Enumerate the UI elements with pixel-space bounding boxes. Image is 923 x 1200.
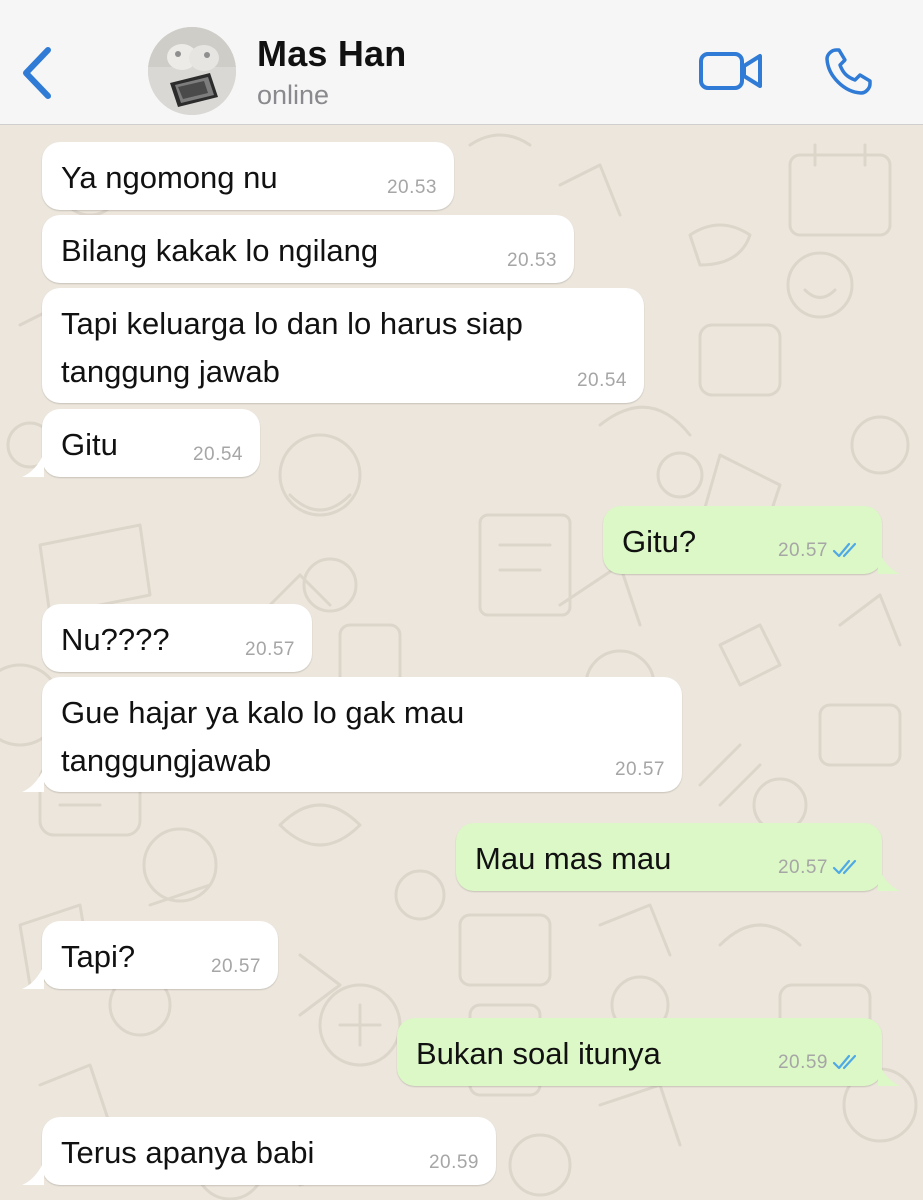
bubble-tail xyxy=(22,453,44,477)
back-button[interactable] xyxy=(14,40,60,104)
message-line: Gue hajar ya kalo lo gak mau xyxy=(61,695,465,730)
message-bubble[interactable]: Bilang kakak lo ngilang 20.53 xyxy=(42,215,574,283)
message-text: Ya ngomong nu xyxy=(61,160,278,195)
chevron-left-icon xyxy=(23,47,51,99)
message-bubble[interactable]: Terus apanya babi 20.59 xyxy=(42,1117,496,1185)
avatar-photo xyxy=(148,27,236,115)
message-text: Gue hajar ya kalo lo gak mau tanggungjaw… xyxy=(61,689,464,785)
message-text: Tapi? xyxy=(61,939,136,974)
voice-call-button[interactable] xyxy=(822,46,874,98)
message-time: 20.59 xyxy=(777,1052,828,1073)
message-time: 20.57 xyxy=(244,639,295,660)
message-bubble[interactable]: Tapi keluarga lo dan lo harus siap tangg… xyxy=(42,288,644,403)
message-time: 20.57 xyxy=(777,857,828,878)
message-time: 20.57 xyxy=(777,540,828,561)
bubble-tail xyxy=(22,768,44,792)
message-bubble[interactable]: Gitu 20.54 xyxy=(42,409,260,477)
message-bubble[interactable]: Tapi? 20.57 xyxy=(42,921,278,989)
message-time: 20.53 xyxy=(386,177,437,198)
message-line: tanggungjawab xyxy=(61,743,272,778)
message-line: Tapi keluarga lo dan lo harus siap xyxy=(61,306,523,341)
message-bubble[interactable]: Nu???? 20.57 xyxy=(42,604,312,672)
phone-icon xyxy=(825,48,872,95)
avatar[interactable] xyxy=(148,27,236,115)
bubble-tail xyxy=(22,965,44,989)
message-time: 20.54 xyxy=(576,370,627,391)
bubble-tail xyxy=(878,867,900,891)
message-text: Mau mas mau xyxy=(475,841,672,876)
message-time: 20.53 xyxy=(506,250,557,271)
message-text: Terus apanya babi xyxy=(61,1135,315,1170)
read-receipt-icon xyxy=(832,859,857,875)
message-time: 20.54 xyxy=(192,444,243,465)
bubble-tail xyxy=(878,1062,900,1086)
read-receipt-icon xyxy=(832,1054,857,1070)
bubble-tail xyxy=(22,1161,44,1185)
message-bubble[interactable]: Gue hajar ya kalo lo gak mau tanggungjaw… xyxy=(42,677,682,792)
message-text: Gitu? xyxy=(622,524,697,559)
message-bubble[interactable]: Mau mas mau 20.57 xyxy=(456,823,882,891)
message-bubble[interactable]: Gitu? 20.57 xyxy=(603,506,882,574)
chat-header: Mas Han online xyxy=(0,0,923,125)
message-line: tanggung jawab xyxy=(61,354,280,389)
chat-area[interactable]: Ya ngomong nu 20.53 Bilang kakak lo ngil… xyxy=(0,125,923,1200)
video-camera-icon xyxy=(699,52,762,90)
message-time: 20.57 xyxy=(210,956,261,977)
message-text: Bukan soal itunya xyxy=(416,1036,661,1071)
video-call-button[interactable] xyxy=(698,50,764,92)
message-text: Tapi keluarga lo dan lo harus siap tangg… xyxy=(61,300,523,396)
message-bubble[interactable]: Bukan soal itunya 20.59 xyxy=(397,1018,882,1086)
message-text: Bilang kakak lo ngilang xyxy=(61,233,379,268)
contact-status: online xyxy=(257,80,330,110)
message-text: Nu???? xyxy=(61,622,170,657)
message-time: 20.59 xyxy=(428,1152,479,1173)
bubble-tail xyxy=(878,550,900,574)
message-time: 20.57 xyxy=(614,759,665,780)
message-bubble[interactable]: Ya ngomong nu 20.53 xyxy=(42,142,454,210)
contact-name[interactable]: Mas Han xyxy=(257,33,406,75)
read-receipt-icon xyxy=(832,542,857,558)
message-text: Gitu xyxy=(61,427,118,462)
